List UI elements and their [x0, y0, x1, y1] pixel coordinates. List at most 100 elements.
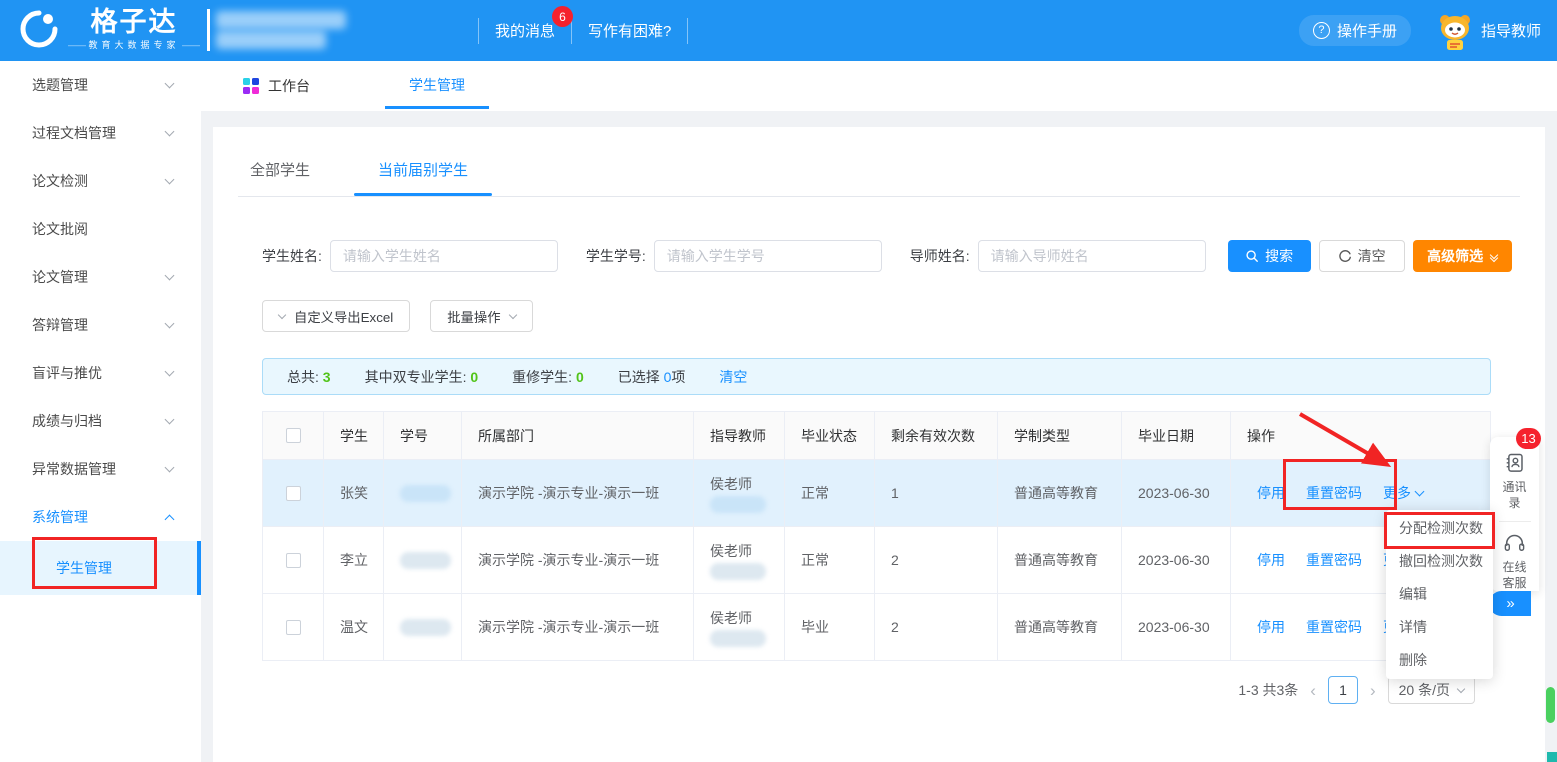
- cell-grad-status: 正常: [784, 460, 874, 526]
- batch-actions-button[interactable]: 批量操作: [430, 300, 532, 332]
- menu-item-withdraw-checks[interactable]: 撤回检测次数: [1386, 545, 1493, 578]
- menu-item-assign-checks[interactable]: 分配检测次数: [1386, 512, 1493, 545]
- chevron-down-icon: [508, 310, 516, 318]
- advanced-filter-button[interactable]: 高级筛选: [1413, 240, 1512, 272]
- teacher-role-button[interactable]: 指导教师: [1437, 11, 1541, 51]
- tab-all-students[interactable]: 全部学生: [238, 145, 322, 196]
- my-messages-link[interactable]: 我的消息 6: [495, 20, 555, 41]
- chevron-down-icon: [165, 127, 175, 137]
- col-header-department: 所属部门: [461, 412, 693, 459]
- sidebar-item-paper-check[interactable]: 论文检测: [0, 157, 201, 205]
- search-filter-row: 学生姓名: 学生学号: 导师姓名: 搜索 清空 高: [262, 240, 1520, 272]
- sidebar-item-blind-review[interactable]: 盲评与推优: [0, 349, 201, 397]
- row-checkbox[interactable]: [286, 486, 301, 501]
- cell-student: 李立: [323, 527, 383, 593]
- scrollbar-corner: [1547, 752, 1557, 762]
- collapse-panel-button[interactable]: »: [1489, 591, 1531, 616]
- retake-label: 重修学生:: [512, 369, 572, 385]
- sidebar-subitem-student-mgmt[interactable]: 学生管理: [0, 541, 201, 595]
- redacted-teacher-id: [710, 496, 766, 513]
- sidebar-item-system-mgmt[interactable]: 系统管理: [0, 493, 201, 541]
- table-row: 温文 演示学院 -演示专业-演示一班 侯老师 毕业 2 普通高等教育 2023-…: [263, 593, 1490, 660]
- cell-teacher: 侯老师: [710, 608, 752, 628]
- sidebar-item-topic-mgmt[interactable]: 选题管理: [0, 61, 201, 109]
- disable-link[interactable]: 停用: [1257, 483, 1285, 503]
- menu-item-edit[interactable]: 编辑: [1386, 578, 1493, 611]
- pagination: 1-3 共3条 ‹ 1 › 20 条/页: [238, 676, 1475, 704]
- col-header-grad-status: 毕业状态: [784, 412, 874, 459]
- cell-remaining: 1: [874, 460, 997, 526]
- sidebar-item-process-docs[interactable]: 过程文档管理: [0, 109, 201, 157]
- sidebar-item-paper-mgmt[interactable]: 论文管理: [0, 253, 201, 301]
- tab-student-management[interactable]: 学生管理: [385, 61, 489, 111]
- select-all-checkbox[interactable]: [286, 428, 301, 443]
- cell-department: 演示学院 -演示专业-演示一班: [461, 594, 693, 660]
- refresh-icon: [1338, 249, 1352, 263]
- reset-password-link[interactable]: 重置密码: [1306, 483, 1362, 503]
- row-checkbox[interactable]: [286, 620, 301, 635]
- manual-button[interactable]: ? 操作手册: [1299, 15, 1411, 46]
- menu-item-details[interactable]: 详情: [1386, 611, 1493, 644]
- text-cursor: [207, 9, 210, 51]
- student-name-label: 学生姓名:: [262, 246, 322, 266]
- search-button[interactable]: 搜索: [1228, 240, 1311, 272]
- total-label: 总共:: [287, 369, 319, 385]
- messages-badge: 6: [552, 6, 573, 27]
- table-row: 张笑 演示学院 -演示专业-演示一班 侯老师 正常 1 普通高等教育 2023-…: [263, 459, 1490, 526]
- logo-text: 格子达: [91, 7, 178, 37]
- pagination-range: 1-3 共3条: [1238, 680, 1298, 700]
- sidebar-item-abnormal-data[interactable]: 异常数据管理: [0, 445, 201, 493]
- tutor-name-input[interactable]: [978, 240, 1206, 272]
- students-table: 学生 学号 所属部门 指导教师 毕业状态 剩余有效次数 学制类型 毕业日期 操作…: [262, 411, 1491, 661]
- prev-page-button[interactable]: ‹: [1310, 682, 1316, 699]
- brand-logo[interactable]: 格子达 教育大数据专家: [18, 7, 200, 51]
- writing-help-link[interactable]: 写作有困难?: [588, 20, 671, 41]
- menu-item-delete[interactable]: 删除: [1386, 644, 1493, 677]
- student-id-label: 学生学号:: [586, 246, 646, 266]
- next-page-button[interactable]: ›: [1370, 682, 1376, 699]
- sidebar-item-grades-archive[interactable]: 成绩与归档: [0, 397, 201, 445]
- online-service-label[interactable]: 在线客服: [1500, 559, 1530, 591]
- student-id-input[interactable]: [654, 240, 882, 272]
- search-icon: [1245, 249, 1259, 263]
- export-excel-button[interactable]: 自定义导出Excel: [262, 300, 410, 332]
- reset-password-link[interactable]: 重置密码: [1306, 550, 1362, 570]
- mascot-icon: [1437, 11, 1473, 51]
- more-actions-menu: 分配检测次数 撤回检测次数 编辑 详情 删除: [1386, 510, 1493, 679]
- cell-remaining: 2: [874, 527, 997, 593]
- contacts-book-icon[interactable]: [1502, 451, 1528, 475]
- col-header-grad-date: 毕业日期: [1121, 412, 1230, 459]
- scrollbar-thumb[interactable]: [1546, 687, 1555, 723]
- panel-divider: [1499, 521, 1531, 522]
- clear-button[interactable]: 清空: [1319, 240, 1405, 272]
- cell-edu-type: 普通高等教育: [997, 460, 1121, 526]
- disable-link[interactable]: 停用: [1257, 617, 1285, 637]
- sidebar-nav: 选题管理 过程文档管理 论文检测 论文批阅 论文管理 答辩管理 盲评与推优 成绩…: [0, 61, 201, 762]
- more-actions-trigger[interactable]: 更多: [1383, 483, 1423, 503]
- row-checkbox[interactable]: [286, 553, 301, 568]
- sidebar-item-defense-mgmt[interactable]: 答辩管理: [0, 301, 201, 349]
- disable-link[interactable]: 停用: [1257, 550, 1285, 570]
- question-circle-icon: ?: [1313, 22, 1330, 39]
- student-name-input[interactable]: [330, 240, 558, 272]
- cell-department: 演示学院 -演示专业-演示一班: [461, 527, 693, 593]
- bulk-toolbar: 自定义导出Excel 批量操作: [262, 300, 1520, 332]
- sidebar-item-paper-review[interactable]: 论文批阅: [0, 205, 201, 253]
- reset-password-link[interactable]: 重置密码: [1306, 617, 1362, 637]
- contacts-label[interactable]: 通讯录: [1500, 479, 1530, 511]
- floating-tools-panel: 通讯录 在线客服: [1490, 437, 1539, 591]
- summary-bar: 总共: 3 其中双专业学生: 0 重修学生: 0 已选择 0项 清空: [262, 358, 1491, 395]
- chevron-down-icon: [278, 310, 286, 318]
- chevron-down-icon: [165, 319, 175, 329]
- page-size-select[interactable]: 20 条/页: [1388, 676, 1475, 704]
- col-header-student: 学生: [323, 412, 383, 459]
- headset-icon[interactable]: [1502, 532, 1527, 555]
- page-number-button[interactable]: 1: [1328, 676, 1358, 704]
- selected-label: 已选择: [618, 369, 660, 385]
- workbench-link[interactable]: 工作台: [243, 76, 310, 96]
- clear-selection-link[interactable]: 清空: [719, 367, 747, 387]
- tutor-name-label: 导师姓名:: [910, 246, 970, 266]
- double-chevron-down-icon: [1491, 252, 1497, 261]
- chevron-down-icon: [165, 271, 175, 281]
- tab-current-cohort[interactable]: 当前届别学生: [366, 145, 480, 196]
